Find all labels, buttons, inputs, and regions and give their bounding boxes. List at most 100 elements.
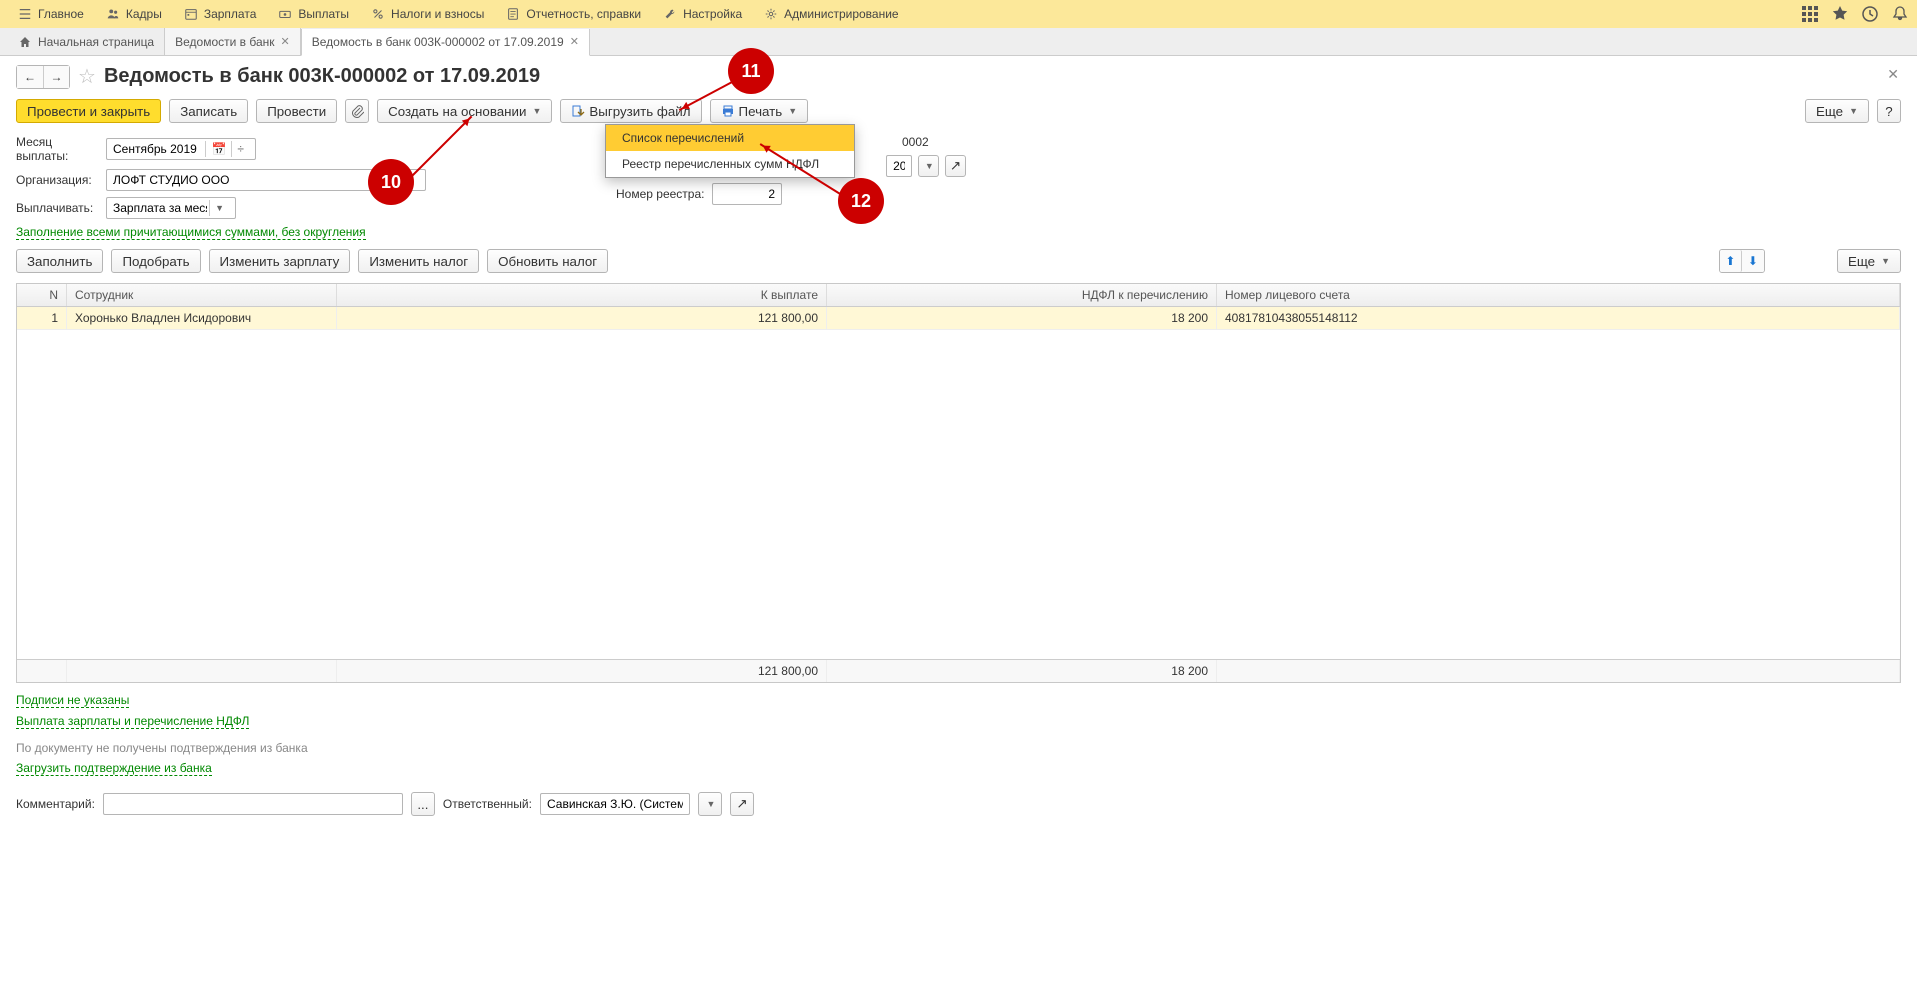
load-confirm-link[interactable]: Загрузить подтверждение из банка xyxy=(16,761,212,776)
payout-input[interactable] xyxy=(113,201,207,215)
month-field[interactable]: 📅 ÷ xyxy=(106,138,256,160)
gear-icon xyxy=(764,7,778,21)
save-button[interactable]: Записать xyxy=(169,99,248,123)
favorite-star-icon[interactable]: ☆ xyxy=(78,64,96,89)
tab-label: Ведомость в банк 003К-000002 от 17.09.20… xyxy=(312,35,564,49)
menu-admin[interactable]: Администрирование xyxy=(754,3,908,25)
tab-label: Ведомости в банк xyxy=(175,35,274,49)
registry-input[interactable] xyxy=(719,187,775,201)
attach-button[interactable] xyxy=(345,99,369,123)
print-dropdown: Список перечислений Реестр перечисленных… xyxy=(605,124,855,178)
tab-vedomosti[interactable]: Ведомости в банк ✕ xyxy=(164,28,301,55)
cell-ndfl: 18 200 xyxy=(827,307,1217,329)
fill-button[interactable]: Заполнить xyxy=(16,249,103,273)
comment-label: Комментарий: xyxy=(16,797,95,811)
menu-label: Выплаты xyxy=(298,7,349,21)
toolbar: Провести и закрыть Записать Провести Соз… xyxy=(16,99,1901,123)
comment-field[interactable] xyxy=(103,793,403,815)
pick-button[interactable]: Подобрать xyxy=(111,249,200,273)
comment-picker[interactable]: ... xyxy=(411,792,435,816)
comment-input[interactable] xyxy=(110,797,396,811)
percent-icon xyxy=(371,7,385,21)
post-button[interactable]: Провести xyxy=(256,99,337,123)
open-button[interactable]: ↗ xyxy=(945,155,966,177)
menu-otchetnost[interactable]: Отчетность, справки xyxy=(496,3,651,25)
cell-payout: 121 800,00 xyxy=(337,307,827,329)
menu-nastroyka[interactable]: Настройка xyxy=(653,3,752,25)
th-ndfl[interactable]: НДФЛ к перечислению xyxy=(827,284,1217,306)
menu-label: Настройка xyxy=(683,7,742,21)
print-menu-list[interactable]: Список перечислений xyxy=(606,125,854,151)
home-tab-label: Начальная страница xyxy=(38,35,154,49)
print-button[interactable]: Печать▼ xyxy=(710,99,809,123)
star-icon[interactable] xyxy=(1831,5,1849,23)
responsible-label: Ответственный: xyxy=(443,797,532,811)
calendar-icon[interactable]: 📅 xyxy=(205,141,231,157)
main-menu-bar: Главное Кадры Зарплата Выплаты Налоги и … xyxy=(0,0,1917,28)
more-button[interactable]: Еще▼ xyxy=(1805,99,1869,123)
responsible-input[interactable] xyxy=(547,797,683,811)
dropdown-button[interactable]: ▼ xyxy=(918,155,939,177)
export-icon xyxy=(571,104,585,118)
th-employee[interactable]: Сотрудник xyxy=(67,284,337,306)
th-payout[interactable]: К выплате xyxy=(337,284,827,306)
wrench-icon xyxy=(663,7,677,21)
registry-field[interactable] xyxy=(712,183,782,205)
help-button[interactable]: ? xyxy=(1877,99,1901,123)
back-button[interactable]: ← xyxy=(17,66,43,88)
home-icon xyxy=(18,35,32,49)
dropdown-icon[interactable]: ▼ xyxy=(209,200,229,216)
project-num-input[interactable] xyxy=(893,159,905,173)
th-account[interactable]: Номер лицевого счета xyxy=(1217,284,1900,306)
history-icon[interactable] xyxy=(1861,5,1879,23)
project-num-field[interactable] xyxy=(886,155,912,177)
menu-label: Главное xyxy=(38,7,84,21)
cell-account: 40817810438055148112 xyxy=(1217,307,1900,329)
change-tax-button[interactable]: Изменить налог xyxy=(358,249,479,273)
apps-icon[interactable] xyxy=(1801,5,1819,23)
close-icon[interactable]: ✕ xyxy=(570,35,579,48)
menu-nalogi[interactable]: Налоги и взносы xyxy=(361,3,494,25)
fill-link[interactable]: Заполнение всеми причитающимися суммами,… xyxy=(16,225,366,240)
menu-kadry[interactable]: Кадры xyxy=(96,3,172,25)
move-down-button[interactable]: ⬇ xyxy=(1742,250,1764,272)
th-n[interactable]: N xyxy=(17,284,67,306)
annotation-12: 12 xyxy=(838,178,884,224)
menu-label: Зарплата xyxy=(204,7,257,21)
signatures-link[interactable]: Подписи не указаны xyxy=(16,693,129,708)
close-doc-button[interactable]: ✕ xyxy=(1887,66,1899,83)
total-payout: 121 800,00 xyxy=(337,660,827,682)
change-salary-button[interactable]: Изменить зарплату xyxy=(209,249,351,273)
responsible-dropdown[interactable]: ▼ xyxy=(698,792,722,816)
total-ndfl: 18 200 xyxy=(827,660,1217,682)
close-icon[interactable]: ✕ xyxy=(281,35,290,48)
print-icon xyxy=(721,104,735,118)
menu-main[interactable]: Главное xyxy=(8,3,94,25)
month-input[interactable] xyxy=(113,142,205,156)
menu-vyplaty[interactable]: Выплаты xyxy=(268,3,359,25)
payout-field[interactable]: ▼ xyxy=(106,197,236,219)
home-tab[interactable]: Начальная страница xyxy=(8,28,164,55)
responsible-field[interactable] xyxy=(540,793,690,815)
money-icon xyxy=(278,7,292,21)
payout-ndfl-link[interactable]: Выплата зарплаты и перечисление НДФЛ xyxy=(16,714,249,729)
move-up-button[interactable]: ⬆ xyxy=(1720,250,1742,272)
bell-icon[interactable] xyxy=(1891,5,1909,23)
tab-vedomost-doc[interactable]: Ведомость в банк 003К-000002 от 17.09.20… xyxy=(301,29,590,56)
tabs-bar: Начальная страница Ведомости в банк ✕ Ве… xyxy=(0,28,1917,56)
no-confirm-text: По документу не получены подтверждения и… xyxy=(16,741,1901,755)
annotation-10: 10 xyxy=(368,159,414,205)
responsible-open[interactable]: ↗ xyxy=(730,792,754,816)
forward-button[interactable]: → xyxy=(43,66,69,88)
page-title: Ведомость в банк 003К-000002 от 17.09.20… xyxy=(104,65,540,88)
table-row[interactable]: 1 Хоронько Владлен Исидорович 121 800,00… xyxy=(17,307,1900,330)
org-label: Организация: xyxy=(16,173,100,187)
table-more-button[interactable]: Еще▼ xyxy=(1837,249,1901,273)
employee-table: N Сотрудник К выплате НДФЛ к перечислени… xyxy=(16,283,1901,683)
print-menu-registry[interactable]: Реестр перечисленных сумм НДФЛ xyxy=(606,151,854,177)
menu-label: Отчетность, справки xyxy=(526,7,641,21)
menu-zarplata[interactable]: Зарплата xyxy=(174,3,267,25)
spinner-icon[interactable]: ÷ xyxy=(231,141,249,157)
post-close-button[interactable]: Провести и закрыть xyxy=(16,99,161,123)
refresh-tax-button[interactable]: Обновить налог xyxy=(487,249,608,273)
